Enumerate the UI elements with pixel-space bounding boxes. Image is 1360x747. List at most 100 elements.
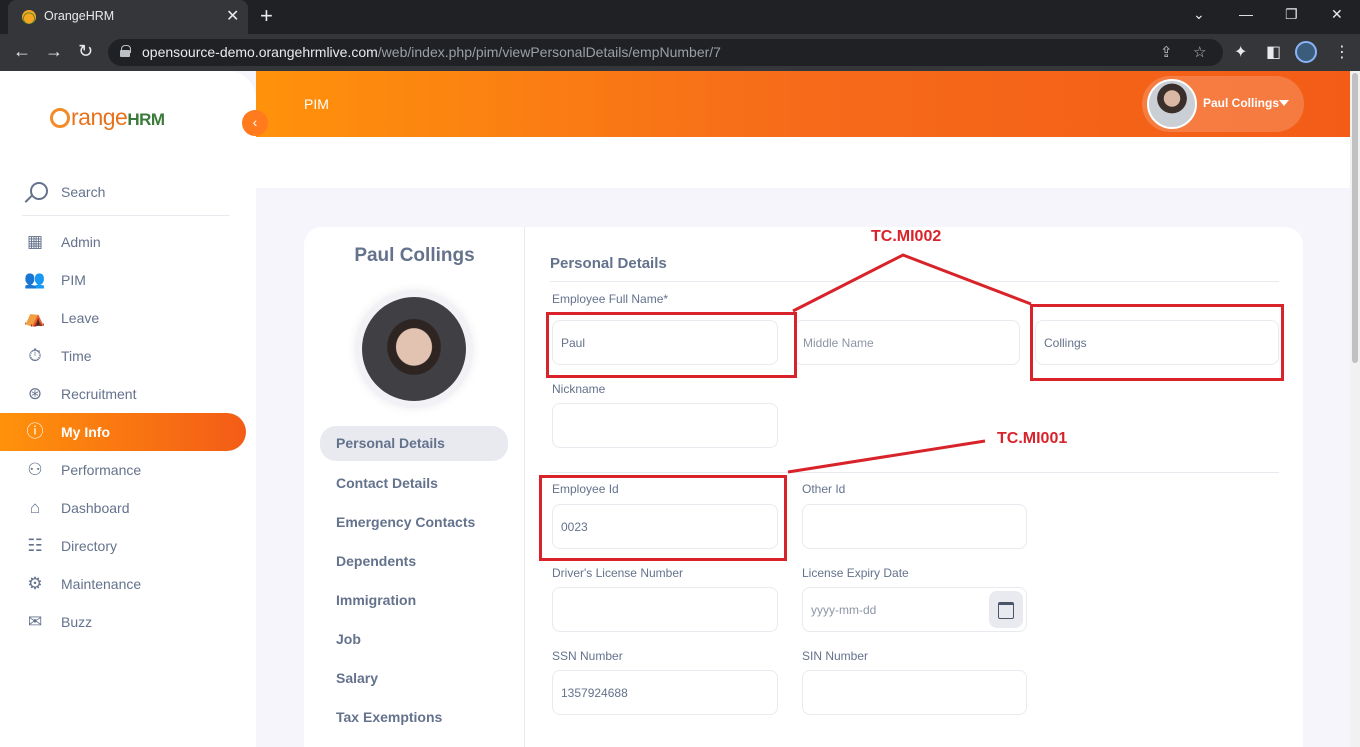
divider <box>550 281 1279 282</box>
profile-photo[interactable] <box>355 290 473 408</box>
performance-icon: ⚇ <box>27 460 43 479</box>
orangehrm-logo: rangeHRM <box>50 104 165 131</box>
browser-profile-avatar[interactable] <box>1295 41 1317 63</box>
my-info-icon: ⓘ <box>26 422 44 441</box>
sin-label: SIN Number <box>802 649 869 663</box>
sin-input[interactable] <box>802 670 1027 715</box>
tab-contact-details[interactable]: Contact Details <box>320 465 508 504</box>
sidebar-item-recruitment[interactable]: ⊛ Recruitment <box>0 375 256 413</box>
browser-tabbar: OrangeHRM ✕ + ⌄ — ❐ ✕ <box>0 0 1360 34</box>
restore-icon[interactable]: ❐ <box>1285 6 1298 23</box>
new-tab-icon[interactable]: + <box>260 3 273 29</box>
search-label: Search <box>61 184 106 200</box>
recruitment-icon: ⊛ <box>27 384 43 403</box>
bookmark-star-icon[interactable]: ☆ <box>1193 43 1206 61</box>
dashboard-icon: ⌂ <box>29 498 41 517</box>
calendar-icon[interactable] <box>989 591 1023 628</box>
sidebar-item-admin[interactable]: ▦ Admin <box>0 223 256 261</box>
page-scrollbar[interactable] <box>1350 71 1360 747</box>
caret-down-icon <box>1279 100 1289 106</box>
search-icon <box>24 182 48 204</box>
sidebar-item-label: Leave <box>61 310 100 326</box>
share-icon[interactable]: ⇪ <box>1160 43 1173 61</box>
user-name: Paul Collings <box>1203 96 1280 110</box>
sidebar-item-label: Performance <box>61 462 142 478</box>
browser-menu-icon[interactable]: ⋮ <box>1334 42 1350 62</box>
sidebar-item-directory[interactable]: ☷ Directory <box>0 527 256 565</box>
forward-arrow-icon[interactable]: → <box>45 41 63 62</box>
scrollbar-thumb[interactable] <box>1352 73 1358 363</box>
directory-icon: ☷ <box>27 536 43 555</box>
top-subnav <box>256 137 1360 188</box>
tab-dependents[interactable]: Dependents <box>320 543 508 582</box>
middle-name-input[interactable]: Middle Name <box>794 320 1020 365</box>
avatar <box>1147 79 1197 129</box>
sidebar-item-label: PIM <box>61 272 86 288</box>
sidebar-item-maintenance[interactable]: ⚙ Maintenance <box>0 565 256 603</box>
back-arrow-icon[interactable]: ← <box>13 41 31 62</box>
sidebar-collapse-button[interactable]: ‹ <box>242 110 268 136</box>
license-expiry-placeholder: yyyy-mm-dd <box>811 603 877 617</box>
tab-emergency-contacts[interactable]: Emergency Contacts <box>320 504 508 543</box>
sidebar-item-label: Admin <box>61 234 101 250</box>
sidebar-search[interactable]: Search <box>22 180 230 216</box>
other-id-input[interactable] <box>802 504 1027 549</box>
tab-job[interactable]: Job <box>320 621 508 660</box>
nickname-label: Nickname <box>552 382 606 396</box>
browser-tab[interactable]: OrangeHRM ✕ <box>8 0 248 34</box>
sidebar-item-my-info[interactable]: ⓘ My Info <box>0 413 246 451</box>
minimize-icon[interactable]: — <box>1239 6 1253 22</box>
sidebar-item-dashboard[interactable]: ⌂ Dashboard <box>0 489 256 527</box>
sidebar-item-label: My Info <box>61 424 110 440</box>
admin-icon: ▦ <box>26 232 44 251</box>
license-expiry-input[interactable]: yyyy-mm-dd <box>802 587 1027 632</box>
maintenance-icon: ⚙ <box>27 574 43 593</box>
page-title: PIM <box>304 96 329 112</box>
url-input[interactable]: opensource-demo.orangehrmlive.com/web/in… <box>108 39 1223 66</box>
license-expiry-label: License Expiry Date <box>802 566 909 580</box>
tab-tax-exemptions[interactable]: Tax Exemptions <box>320 699 508 738</box>
annotation-label-mi002: TC.MI002 <box>871 228 942 245</box>
sidebar-item-label: Dashboard <box>61 500 130 516</box>
annotation-box-first-name <box>546 312 797 378</box>
tab-search-chevron-icon[interactable]: ⌄ <box>1193 6 1205 23</box>
sidebar-item-performance[interactable]: ⚇ Performance <box>0 451 256 489</box>
buzz-icon: ✉ <box>27 612 43 631</box>
employee-name: Paul Collings <box>354 245 475 266</box>
annotation-label-mi001: TC.MI001 <box>997 430 1068 447</box>
section-title: Personal Details <box>550 255 667 272</box>
tab-personal-details[interactable]: Personal Details <box>320 426 508 461</box>
url-text: opensource-demo.orangehrmlive.com/web/in… <box>142 44 721 60</box>
profile-column: Paul Collings Personal Details Contact De… <box>304 227 525 747</box>
tab-salary[interactable]: Salary <box>320 660 508 699</box>
sidebar-item-buzz[interactable]: ✉ Buzz <box>0 603 256 641</box>
license-input[interactable] <box>552 587 778 632</box>
sidebar-item-pim[interactable]: 👥 PIM <box>0 261 256 299</box>
full-name-label: Employee Full Name* <box>552 292 669 306</box>
sidebar-item-time[interactable]: ⏱ Time <box>0 337 256 375</box>
topbar: PIM Paul Collings <box>256 71 1360 137</box>
time-icon: ⏱ <box>28 346 42 365</box>
nickname-input[interactable] <box>552 403 778 448</box>
side-panel-icon[interactable]: ◧ <box>1266 42 1281 62</box>
sidebar-item-label: Directory <box>61 538 118 554</box>
sidebar-item-leave[interactable]: ⛺ Leave <box>0 299 256 337</box>
divider <box>550 472 1279 473</box>
license-label: Driver's License Number <box>552 566 683 580</box>
ssn-input[interactable]: 1357924688 <box>552 670 778 715</box>
extensions-puzzle-icon[interactable]: ✦ <box>1234 42 1247 62</box>
user-dropdown[interactable]: Paul Collings <box>1142 76 1304 132</box>
profile-tabs: Personal Details Contact Details Emergency… <box>320 426 508 738</box>
lock-icon <box>120 45 131 57</box>
ssn-label: SSN Number <box>552 649 623 663</box>
reload-icon[interactable]: ↻ <box>78 41 93 62</box>
tab-immigration[interactable]: Immigration <box>320 582 508 621</box>
window-close-icon[interactable]: ✕ <box>1331 6 1343 23</box>
browser-addressbar: ← → ↻ opensource-demo.orangehrmlive.com/… <box>0 34 1360 71</box>
close-tab-icon[interactable]: ✕ <box>226 6 239 26</box>
sidebar-item-label: Maintenance <box>61 576 142 592</box>
other-id-label: Other Id <box>802 482 846 496</box>
sidebar: rangeHRM Search ▦ Admin 👥 PIM ⛺ Leave ⏱ Time ⊛ Re… <box>0 71 256 747</box>
leave-icon: ⛺ <box>24 308 46 327</box>
annotation-box-employee-id <box>539 475 787 561</box>
